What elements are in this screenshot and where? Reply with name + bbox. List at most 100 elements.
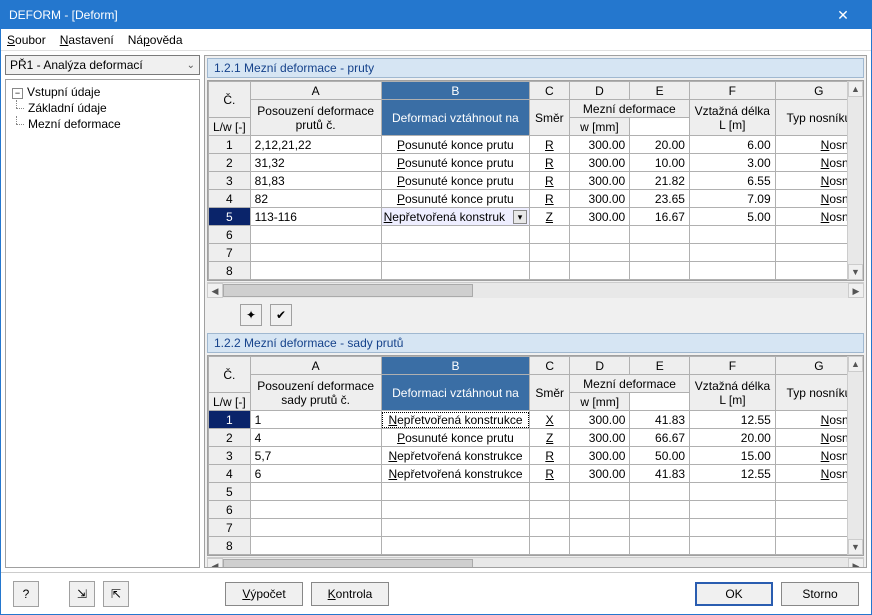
- cell-f[interactable]: 5.00: [689, 208, 775, 226]
- cell-d[interactable]: 300.00: [569, 411, 630, 429]
- tree-item-limit[interactable]: Mezní deformace: [6, 116, 199, 132]
- cell-e[interactable]: [630, 483, 690, 501]
- row-header[interactable]: 2: [209, 429, 251, 447]
- cell-d[interactable]: [569, 537, 630, 555]
- case-combo[interactable]: PŘ1 - Analýza deformací ⌄: [5, 55, 200, 75]
- cell-members[interactable]: 4: [250, 429, 381, 447]
- cell-dir[interactable]: R: [530, 172, 570, 190]
- cell-members[interactable]: [250, 519, 381, 537]
- cell-e[interactable]: [630, 501, 690, 519]
- cell-e[interactable]: [630, 537, 690, 555]
- cell-d[interactable]: 300.00: [569, 447, 630, 465]
- hdr-limit[interactable]: Mezní deformace: [569, 100, 689, 118]
- tree-item-basic[interactable]: Základní údaje: [6, 100, 199, 116]
- pick-button[interactable]: ✦: [240, 304, 262, 326]
- cell-members[interactable]: 6: [250, 465, 381, 483]
- row-header[interactable]: 1: [209, 136, 251, 154]
- cell-relate[interactable]: [381, 519, 530, 537]
- cell-dir[interactable]: R: [530, 190, 570, 208]
- cell-dir[interactable]: R: [530, 447, 570, 465]
- cell-e[interactable]: [630, 244, 690, 262]
- cell-e[interactable]: [630, 519, 690, 537]
- cell-d[interactable]: [569, 262, 630, 280]
- cell-d[interactable]: 300.00: [569, 208, 630, 226]
- cell-f[interactable]: [690, 519, 776, 537]
- cell-dir[interactable]: [530, 501, 570, 519]
- cell-members[interactable]: 5,7: [250, 447, 381, 465]
- cell-relate[interactable]: [381, 244, 529, 262]
- row-header[interactable]: 5: [209, 483, 251, 501]
- cell-e[interactable]: [630, 226, 690, 244]
- hdr-F[interactable]: F: [689, 82, 775, 100]
- cell-members[interactable]: 1: [250, 411, 381, 429]
- row-header[interactable]: 3: [209, 172, 251, 190]
- cell-members[interactable]: [250, 226, 381, 244]
- cell-relate[interactable]: Nepřetvořená konstrukce: [381, 447, 530, 465]
- cell-f[interactable]: 6.55: [689, 172, 775, 190]
- cell-members[interactable]: [250, 501, 381, 519]
- collapse-icon[interactable]: −: [12, 88, 23, 99]
- cell-e[interactable]: 10.00: [630, 154, 690, 172]
- cancel-button[interactable]: Storno: [781, 582, 859, 606]
- cell-dir[interactable]: Z: [530, 429, 570, 447]
- close-icon[interactable]: ✕: [823, 7, 863, 24]
- cell-f[interactable]: 12.55: [690, 411, 776, 429]
- row-header[interactable]: 1: [209, 411, 251, 429]
- import-button[interactable]: ⇱: [103, 581, 129, 607]
- cell-f[interactable]: [689, 244, 775, 262]
- validate-button[interactable]: ✔: [270, 304, 292, 326]
- menu-settings[interactable]: Nastavení: [60, 33, 114, 47]
- export-button[interactable]: ⇲: [69, 581, 95, 607]
- cell-f[interactable]: 7.09: [689, 190, 775, 208]
- cell-f[interactable]: 6.00: [689, 136, 775, 154]
- vscroll[interactable]: ▲▼: [847, 81, 863, 280]
- row-header[interactable]: 4: [209, 465, 251, 483]
- cell-dir[interactable]: [530, 262, 570, 280]
- cell-members[interactable]: [250, 483, 381, 501]
- help-button[interactable]: ?: [13, 581, 39, 607]
- tree-root[interactable]: −Vstupní údaje: [6, 84, 199, 100]
- cell-dir[interactable]: R: [530, 465, 570, 483]
- cell-members[interactable]: 31,32: [250, 154, 381, 172]
- cell-f[interactable]: 20.00: [690, 429, 776, 447]
- cell-f[interactable]: [689, 262, 775, 280]
- cell-relate[interactable]: Posunuté konce prutu: [381, 190, 529, 208]
- hdr-A[interactable]: A: [250, 82, 381, 100]
- row-header[interactable]: 6: [209, 501, 251, 519]
- hdr-dir[interactable]: Směr: [530, 100, 570, 136]
- cell-f[interactable]: [690, 483, 776, 501]
- cell-e[interactable]: 23.65: [630, 190, 690, 208]
- cell-e[interactable]: 16.67: [630, 208, 690, 226]
- row-header[interactable]: 2: [209, 154, 251, 172]
- cell-relate[interactable]: Posunuté konce prutu: [381, 136, 529, 154]
- cell-d[interactable]: [569, 244, 630, 262]
- ok-button[interactable]: OK: [695, 582, 773, 606]
- cell-members[interactable]: 81,83: [250, 172, 381, 190]
- dropdown-list[interactable]: Posunuté konce prutuNepřetvořená konstru…: [382, 225, 529, 226]
- hdr-D[interactable]: D: [569, 82, 630, 100]
- cell-d[interactable]: 300.00: [569, 136, 630, 154]
- cell-e[interactable]: [630, 262, 690, 280]
- cell-relate[interactable]: [381, 262, 529, 280]
- row-header[interactable]: 6: [209, 226, 251, 244]
- hdr-C[interactable]: C: [530, 82, 570, 100]
- cell-relate[interactable]: Posunuté konce prutu: [381, 154, 529, 172]
- cell-d[interactable]: [569, 483, 630, 501]
- cell-f[interactable]: 12.55: [690, 465, 776, 483]
- cell-f[interactable]: [690, 501, 776, 519]
- dropdown-button[interactable]: ▾: [513, 210, 527, 224]
- cell-relate[interactable]: [381, 226, 529, 244]
- cell-f[interactable]: [690, 537, 776, 555]
- cell-e[interactable]: 66.67: [630, 429, 690, 447]
- cell-members[interactable]: 113-116: [250, 208, 381, 226]
- cell-e[interactable]: 21.82: [630, 172, 690, 190]
- cell-relate[interactable]: Nepřetvořená konstrukce: [381, 465, 530, 483]
- cell-members[interactable]: [250, 262, 381, 280]
- cell-dir[interactable]: Z: [530, 208, 570, 226]
- cell-relate[interactable]: Posunuté konce prutu: [381, 172, 529, 190]
- cell-dir[interactable]: R: [530, 136, 570, 154]
- hdr-A-sub[interactable]: Posouzení deformaceprutů č.: [250, 100, 381, 136]
- calc-button[interactable]: Výpočet: [225, 582, 303, 606]
- cell-e[interactable]: 20.00: [630, 136, 690, 154]
- cell-relate[interactable]: Nepřetvořená konstrukce: [381, 411, 530, 429]
